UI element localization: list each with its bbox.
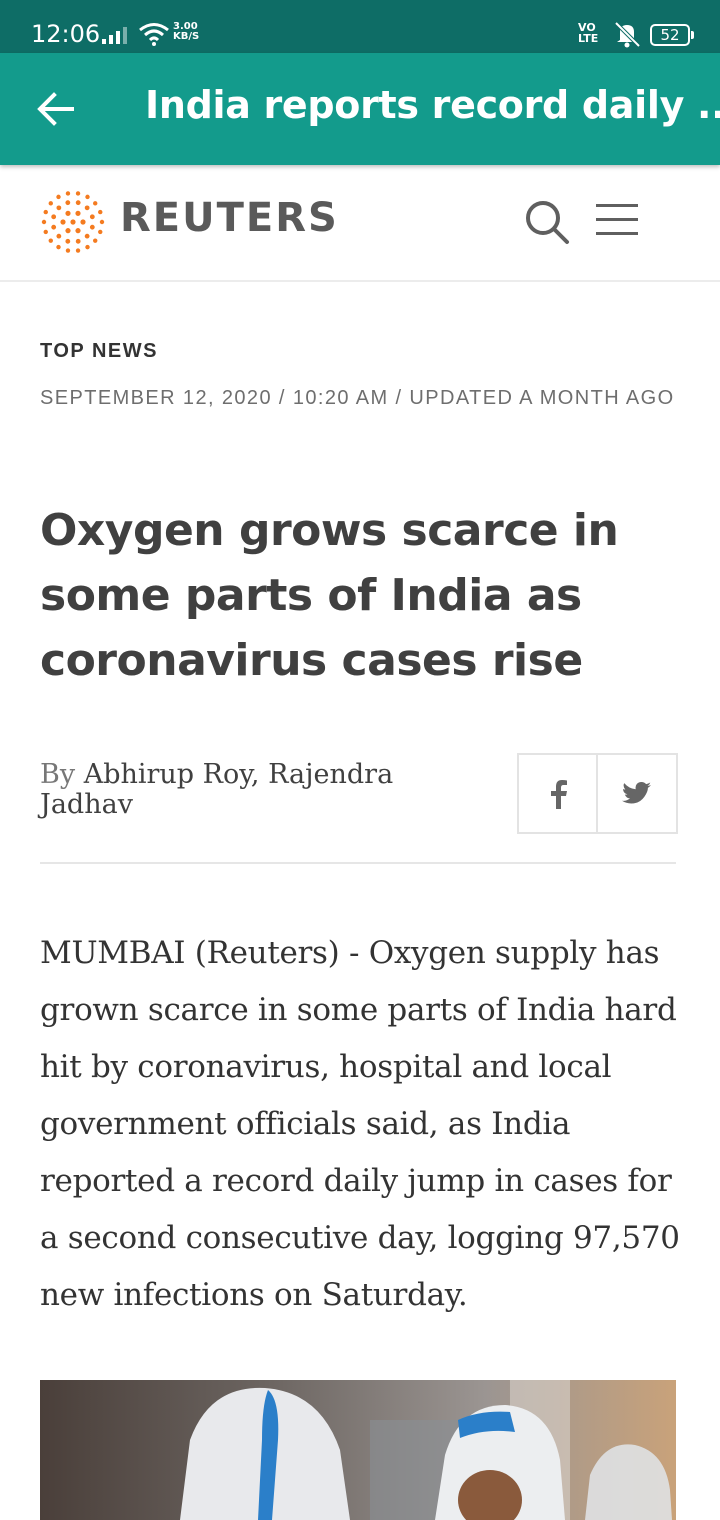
twitter-share-button[interactable] <box>598 755 675 832</box>
divider <box>40 862 676 864</box>
search-icon[interactable] <box>523 198 571 246</box>
healthcare-workers-image <box>40 1380 676 1520</box>
wifi-icon <box>139 23 169 46</box>
twitter-icon <box>621 781 651 803</box>
reuters-wordmark[interactable]: REUTERS <box>120 195 339 241</box>
status-time: 12:06 <box>31 20 101 48</box>
byline-authors[interactable]: Abhirup Roy, Rajendra Jadhav <box>40 759 393 820</box>
section-label[interactable]: TOP NEWS <box>40 340 158 363</box>
volte-indicator: VO LTE <box>578 22 598 44</box>
byline: By Abhirup Roy, Rajendra Jadhav <box>40 760 400 820</box>
battery-indicator: 52 <box>650 24 694 46</box>
dateline: SEPTEMBER 12, 2020 / 10:20 AM / UPDATED … <box>40 387 675 409</box>
network-speed: 3.00 KB/S <box>173 22 199 42</box>
facebook-share-button[interactable] <box>519 755 598 832</box>
network-speed-unit: KB/S <box>173 31 200 42</box>
status-bar: 12:06 3.00 KB/S VO LTE 52 <box>0 0 720 53</box>
page-title: India reports record daily ... <box>145 83 720 127</box>
mute-icon <box>614 21 641 48</box>
facebook-icon <box>550 779 567 809</box>
back-arrow-icon[interactable] <box>36 91 76 127</box>
volte-bottom: LTE <box>578 32 599 45</box>
app-bar: India reports record daily ... <box>0 53 720 165</box>
site-header: REUTERS <box>0 165 720 282</box>
article-headline: Oxygen grows scarce in some parts of Ind… <box>40 505 619 686</box>
article-body: MUMBAI (Reuters) - Oxygen supply has gro… <box>40 935 680 1313</box>
byline-prefix: By <box>40 759 76 790</box>
share-buttons <box>517 753 678 834</box>
hamburger-menu-icon[interactable] <box>596 202 638 238</box>
signal-icon <box>102 27 127 44</box>
reuters-logo-icon[interactable] <box>38 187 108 257</box>
article-photo[interactable] <box>40 1380 676 1520</box>
